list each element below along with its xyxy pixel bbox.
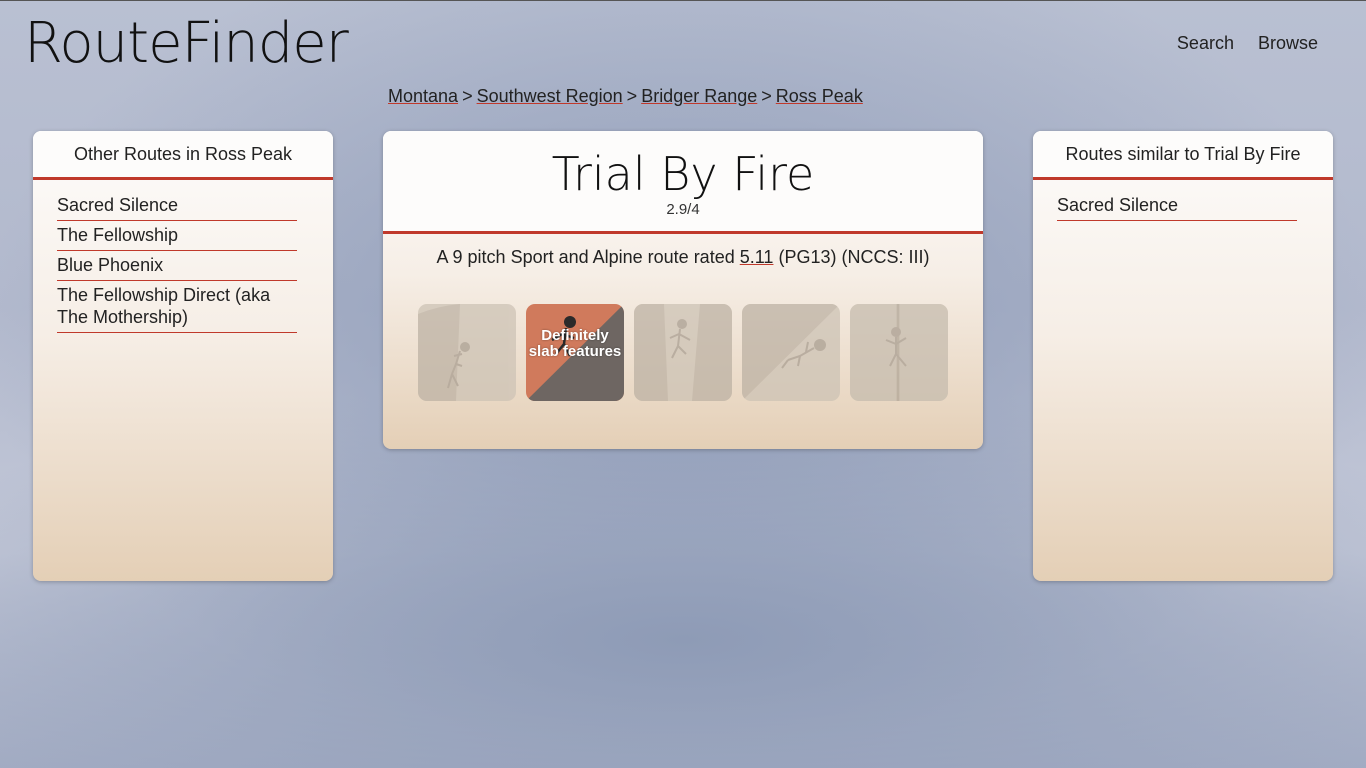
- list-item[interactable]: The Fellowship Direct (aka The Mothershi…: [57, 281, 297, 333]
- nav-browse-link[interactable]: Browse: [1258, 33, 1318, 54]
- similar-routes-title: Routes similar to Trial By Fire: [1033, 131, 1333, 180]
- other-routes-panel: Other Routes in Ross Peak Sacred Silence…: [33, 131, 333, 581]
- face-climbing-icon[interactable]: [418, 304, 516, 401]
- breadcrumb-separator: >: [462, 86, 473, 106]
- breadcrumb-separator: >: [761, 86, 772, 106]
- breadcrumb-separator: >: [626, 86, 638, 106]
- chimney-icon[interactable]: [634, 304, 732, 401]
- top-nav: Search Browse: [1177, 33, 1318, 54]
- route-rating: 2.9/4: [666, 201, 700, 218]
- route-desc-prefix: A 9 pitch Sport and Alpine route rated: [436, 247, 735, 267]
- crack-icon[interactable]: [850, 304, 948, 401]
- feature-icons: Definitely slab features: [418, 304, 948, 401]
- breadcrumb-southwest-region[interactable]: Southwest Region: [477, 86, 623, 106]
- other-routes-list: Sacred Silence The Fellowship Blue Phoen…: [33, 180, 333, 333]
- breadcrumb-ross-peak[interactable]: Ross Peak: [776, 86, 863, 106]
- other-routes-title: Other Routes in Ross Peak: [33, 131, 333, 180]
- list-item[interactable]: Sacred Silence: [1057, 191, 1297, 221]
- route-detail-panel: Trial By Fire 2.9/4 A 9 pitch Sport and …: [383, 131, 983, 449]
- app-logo[interactable]: RouteFinder: [24, 10, 349, 78]
- list-item[interactable]: Sacred Silence: [57, 191, 297, 221]
- route-title: Trial By Fire: [551, 147, 815, 201]
- similar-routes-panel: Routes similar to Trial By Fire Sacred S…: [1033, 131, 1333, 581]
- route-header: Trial By Fire 2.9/4: [383, 131, 983, 234]
- similar-routes-list: Sacred Silence: [1033, 180, 1333, 221]
- breadcrumb-bridger-range[interactable]: Bridger Range: [641, 86, 757, 106]
- overhang-icon[interactable]: [742, 304, 840, 401]
- window-top-border: [0, 0, 1366, 1]
- breadcrumb-montana[interactable]: Montana: [388, 86, 458, 106]
- route-grade-link[interactable]: 5.11: [740, 247, 774, 267]
- nav-search-link[interactable]: Search: [1177, 33, 1234, 54]
- route-description: A 9 pitch Sport and Alpine route rated 5…: [383, 234, 983, 268]
- list-item[interactable]: Blue Phoenix: [57, 251, 297, 281]
- route-desc-suffix: (PG13) (NCCS: III): [778, 247, 930, 267]
- breadcrumb: Montana > Southwest Region > Bridger Range > R…: [388, 86, 988, 107]
- slab-icon[interactable]: Definitely slab features: [526, 304, 624, 401]
- feature-label: Definitely slab features: [528, 327, 622, 360]
- list-item[interactable]: The Fellowship: [57, 221, 297, 251]
